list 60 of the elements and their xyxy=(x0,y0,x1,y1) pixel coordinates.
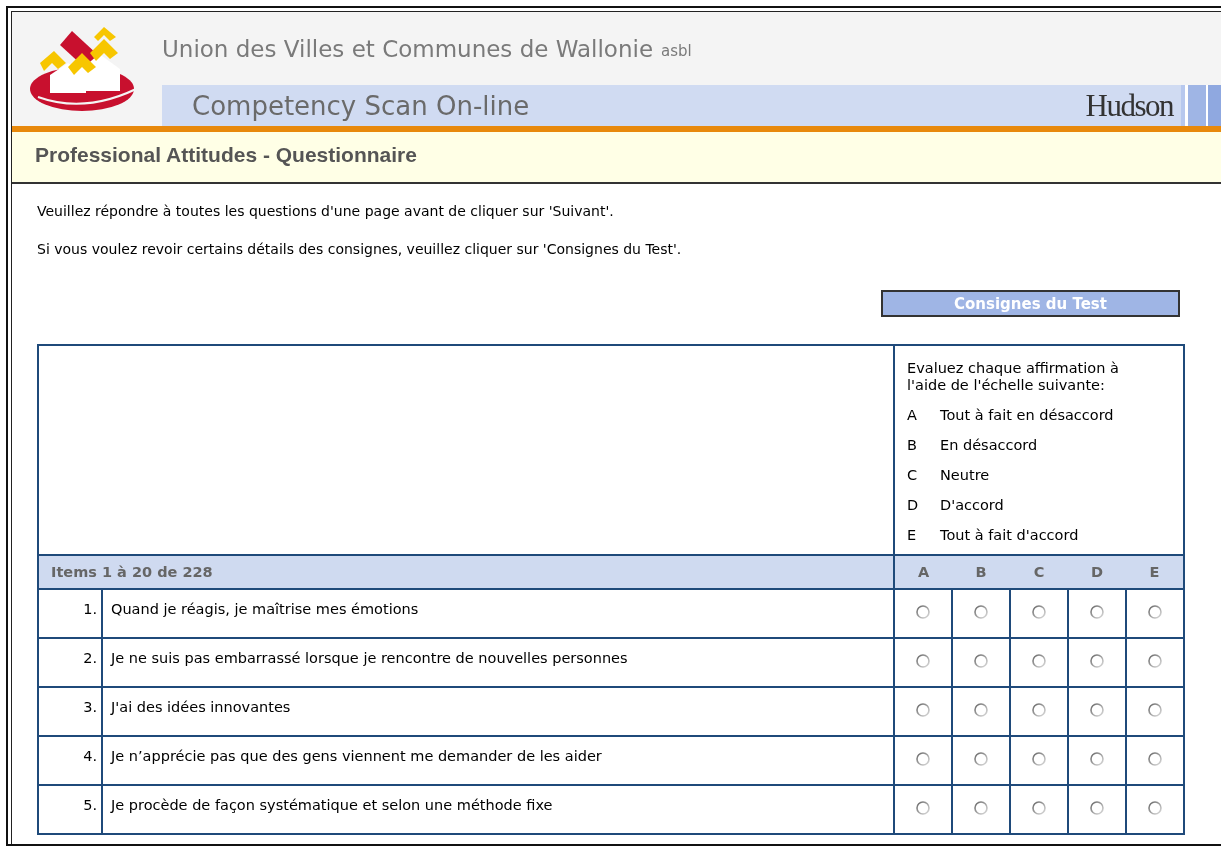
radio-button[interactable] xyxy=(974,752,988,766)
radio-button[interactable] xyxy=(1148,703,1162,717)
scale-label: En désaccord xyxy=(940,437,1038,454)
radio-button[interactable] xyxy=(916,703,930,717)
scale-letter: B xyxy=(907,437,918,454)
radio-button[interactable] xyxy=(1032,703,1046,717)
scale-label: Tout à fait d'accord xyxy=(940,527,1079,544)
radio-button[interactable] xyxy=(1090,654,1104,668)
radio-button[interactable] xyxy=(1148,654,1162,668)
item-statement: J'ai des idées innovantes xyxy=(102,687,894,736)
scale-letter: A xyxy=(907,407,918,424)
page-title: Professional Attitudes - Questionnaire xyxy=(34,142,418,167)
scale-letter: D xyxy=(907,497,920,514)
item-statement: Je n’apprécie pas que des gens viennent me demander de les aider xyxy=(102,736,894,785)
instruction-text: Si vous voulez revoir certains détails des consignes, veuillez cliquer sur 'Consignes du Test'. xyxy=(37,240,683,258)
partner-logo: Hudson xyxy=(1085,87,1173,124)
radio-button[interactable] xyxy=(916,801,930,815)
item-number: 1. xyxy=(38,589,102,638)
scale-label: Tout à fait en désaccord xyxy=(940,407,1114,424)
product-title: Competency Scan On-line xyxy=(191,90,531,121)
radio-button[interactable] xyxy=(974,605,988,619)
column-header: E xyxy=(1126,555,1184,589)
scale-label: Neutre xyxy=(940,467,990,484)
item-number: 5. xyxy=(38,785,102,834)
item-number: 2. xyxy=(38,638,102,687)
item-statement: Je ne suis pas embarrassé lorsque je rencontre de nouvelles personnes xyxy=(102,638,894,687)
scale-label: D'accord xyxy=(940,497,1004,514)
radio-button[interactable] xyxy=(974,801,988,815)
organization-name: Union des Villes et Communes de Wallonie xyxy=(162,35,654,62)
radio-button[interactable] xyxy=(974,654,988,668)
radio-button[interactable] xyxy=(916,605,930,619)
column-header: D xyxy=(1068,555,1126,589)
scale-instructions: Evaluez chaque affirmation à l'aide de l'échelle suivante: xyxy=(907,360,1120,394)
item-number: 3. xyxy=(38,687,102,736)
column-header: B xyxy=(952,555,1010,589)
column-header: C xyxy=(1010,555,1068,589)
radio-button[interactable] xyxy=(1032,801,1046,815)
radio-button[interactable] xyxy=(1148,801,1162,815)
radio-button[interactable] xyxy=(916,752,930,766)
instruction-text: Veuillez répondre à toutes les questions d'une page avant de cliquer sur 'Suivant'. xyxy=(37,202,615,220)
radio-button[interactable] xyxy=(1090,703,1104,717)
instructions-button[interactable]: Consignes du Test xyxy=(881,290,1180,317)
radio-button[interactable] xyxy=(1090,752,1104,766)
radio-button[interactable] xyxy=(1148,752,1162,766)
organization-suffix: asbl xyxy=(661,42,692,60)
item-number: 4. xyxy=(38,736,102,785)
radio-button[interactable] xyxy=(1148,605,1162,619)
item-statement: Je procède de façon systématique et selon une méthode fixe xyxy=(102,785,894,834)
radio-button[interactable] xyxy=(916,654,930,668)
radio-button[interactable] xyxy=(1090,801,1104,815)
radio-button[interactable] xyxy=(1090,605,1104,619)
radio-button[interactable] xyxy=(1032,605,1046,619)
radio-button[interactable] xyxy=(1032,654,1046,668)
scale-letter: C xyxy=(907,467,919,484)
item-statement: Quand je réagis, je maîtrise mes émotions xyxy=(102,589,894,638)
scale-letter: E xyxy=(907,527,918,544)
radio-button[interactable] xyxy=(1032,752,1046,766)
items-range: Items 1 à 20 de 228 xyxy=(38,555,894,589)
radio-button[interactable] xyxy=(974,703,988,717)
column-header: A xyxy=(894,555,952,589)
